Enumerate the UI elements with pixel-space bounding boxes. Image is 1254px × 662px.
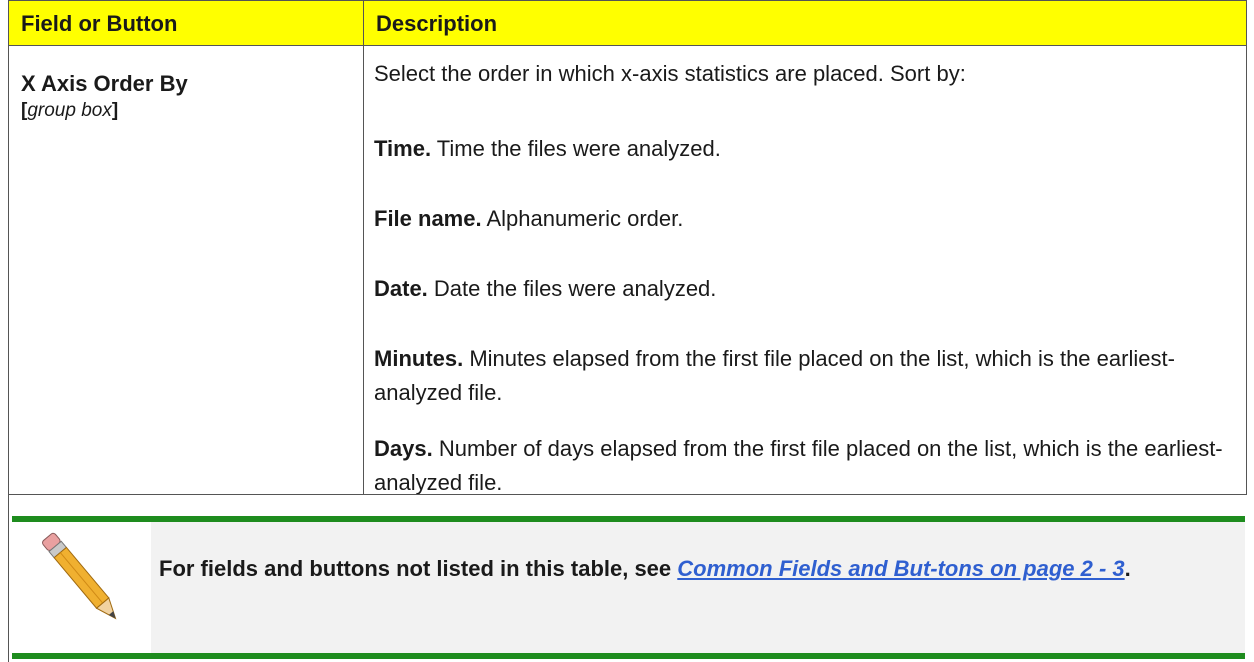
option-time: Time. Time the files were analyzed. xyxy=(374,132,1234,166)
option-term: Date. xyxy=(374,276,428,301)
note-suffix: . xyxy=(1124,556,1131,581)
header-field-label: Field or Button xyxy=(21,11,178,36)
description-table: Field or Button Description X Axis Order… xyxy=(8,0,1247,662)
common-fields-link[interactable]: Common Fields and But-tons on page 2 - 3 xyxy=(677,556,1124,581)
option-term: Days. xyxy=(374,436,433,461)
note-text: For fields and buttons not listed in thi… xyxy=(159,552,1219,586)
header-cell-field: Field or Button xyxy=(8,0,364,46)
option-text: Minutes elapsed from the first file plac… xyxy=(374,346,1175,405)
option-term: Minutes. xyxy=(374,346,464,371)
option-file-name: File name. Alphanumeric order. xyxy=(374,202,1234,236)
note-bottom-rule xyxy=(12,653,1245,659)
option-term: File name. xyxy=(374,206,482,231)
description-cell: Select the order in which x-axis statist… xyxy=(364,46,1247,495)
option-minutes: Minutes. Minutes elapsed from the first … xyxy=(374,342,1234,410)
option-text: Number of days elapsed from the first fi… xyxy=(374,436,1223,495)
option-text: Date the files were analyzed. xyxy=(427,276,717,301)
option-text: Alphanumeric order. xyxy=(481,206,684,231)
note-body: For fields and buttons not listed in thi… xyxy=(151,522,1245,653)
field-name: X Axis Order By xyxy=(21,71,188,96)
note-box: For fields and buttons not listed in thi… xyxy=(8,494,1247,662)
field-type-bracket-close: ] xyxy=(111,100,119,121)
note-prefix: For fields and buttons not listed in thi… xyxy=(159,556,678,581)
option-days: Days. Number of days elapsed from the fi… xyxy=(374,432,1234,500)
header-cell-description: Description xyxy=(364,0,1247,46)
header-description-label: Description xyxy=(376,11,498,36)
field-type: [group box] xyxy=(21,98,118,124)
option-date: Date. Date the files were analyzed. xyxy=(374,272,1234,306)
field-type-text: group box xyxy=(27,100,112,121)
intro-text: Select the order in which x-axis statist… xyxy=(374,61,966,86)
option-term: Time. xyxy=(374,136,432,161)
option-text: Time the files were analyzed. xyxy=(431,136,721,161)
pencil-icon xyxy=(42,532,117,620)
field-cell: X Axis Order By [group box] xyxy=(8,46,364,494)
